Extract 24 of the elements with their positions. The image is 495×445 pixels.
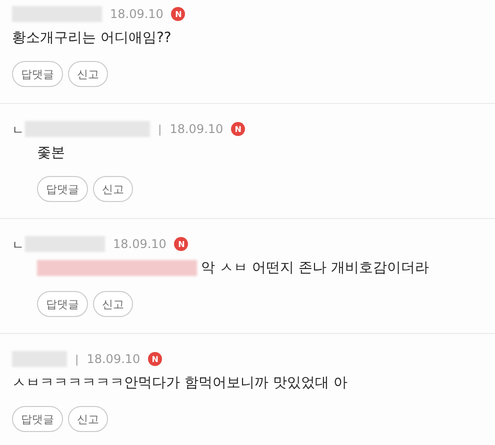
new-badge: N [148,352,162,366]
comment-date: 18.09.10 [110,7,164,21]
separator: | [75,352,79,366]
comment-text: ㅅㅂㅋㅋㅋㅋㅋㅋ안먹다가 함먹어보니까 맛있었대 아 [12,374,348,392]
report-button[interactable]: 신고 [68,61,108,87]
comment-text: 악 ㅅㅂ 어떤지 존나 개비호감이더라 [201,259,429,277]
comment-date: 18.09.10 [113,237,166,251]
report-button[interactable]: 신고 [93,176,133,202]
separator: | [158,122,162,136]
comment-text: 좇본 [37,144,65,162]
reply-button[interactable]: 답댓글 [37,291,88,317]
report-button[interactable]: 신고 [93,291,133,317]
new-badge: N [171,7,186,21]
comment-date: 18.09.10 [86,352,140,366]
reply-mark: ㄴ [12,122,21,139]
reply-button[interactable]: 답댓글 [12,61,63,87]
comment-text: 황소개구리는 어디애임?? [12,29,172,47]
reply-button[interactable]: 답댓글 [37,176,88,202]
reply-mark: ㄴ [12,237,21,254]
comment-date: 18.09.10 [170,122,224,136]
new-badge: N [174,237,188,251]
new-badge: N [231,122,246,136]
reply-button[interactable]: 답댓글 [12,406,63,432]
report-button[interactable]: 신고 [68,406,108,432]
